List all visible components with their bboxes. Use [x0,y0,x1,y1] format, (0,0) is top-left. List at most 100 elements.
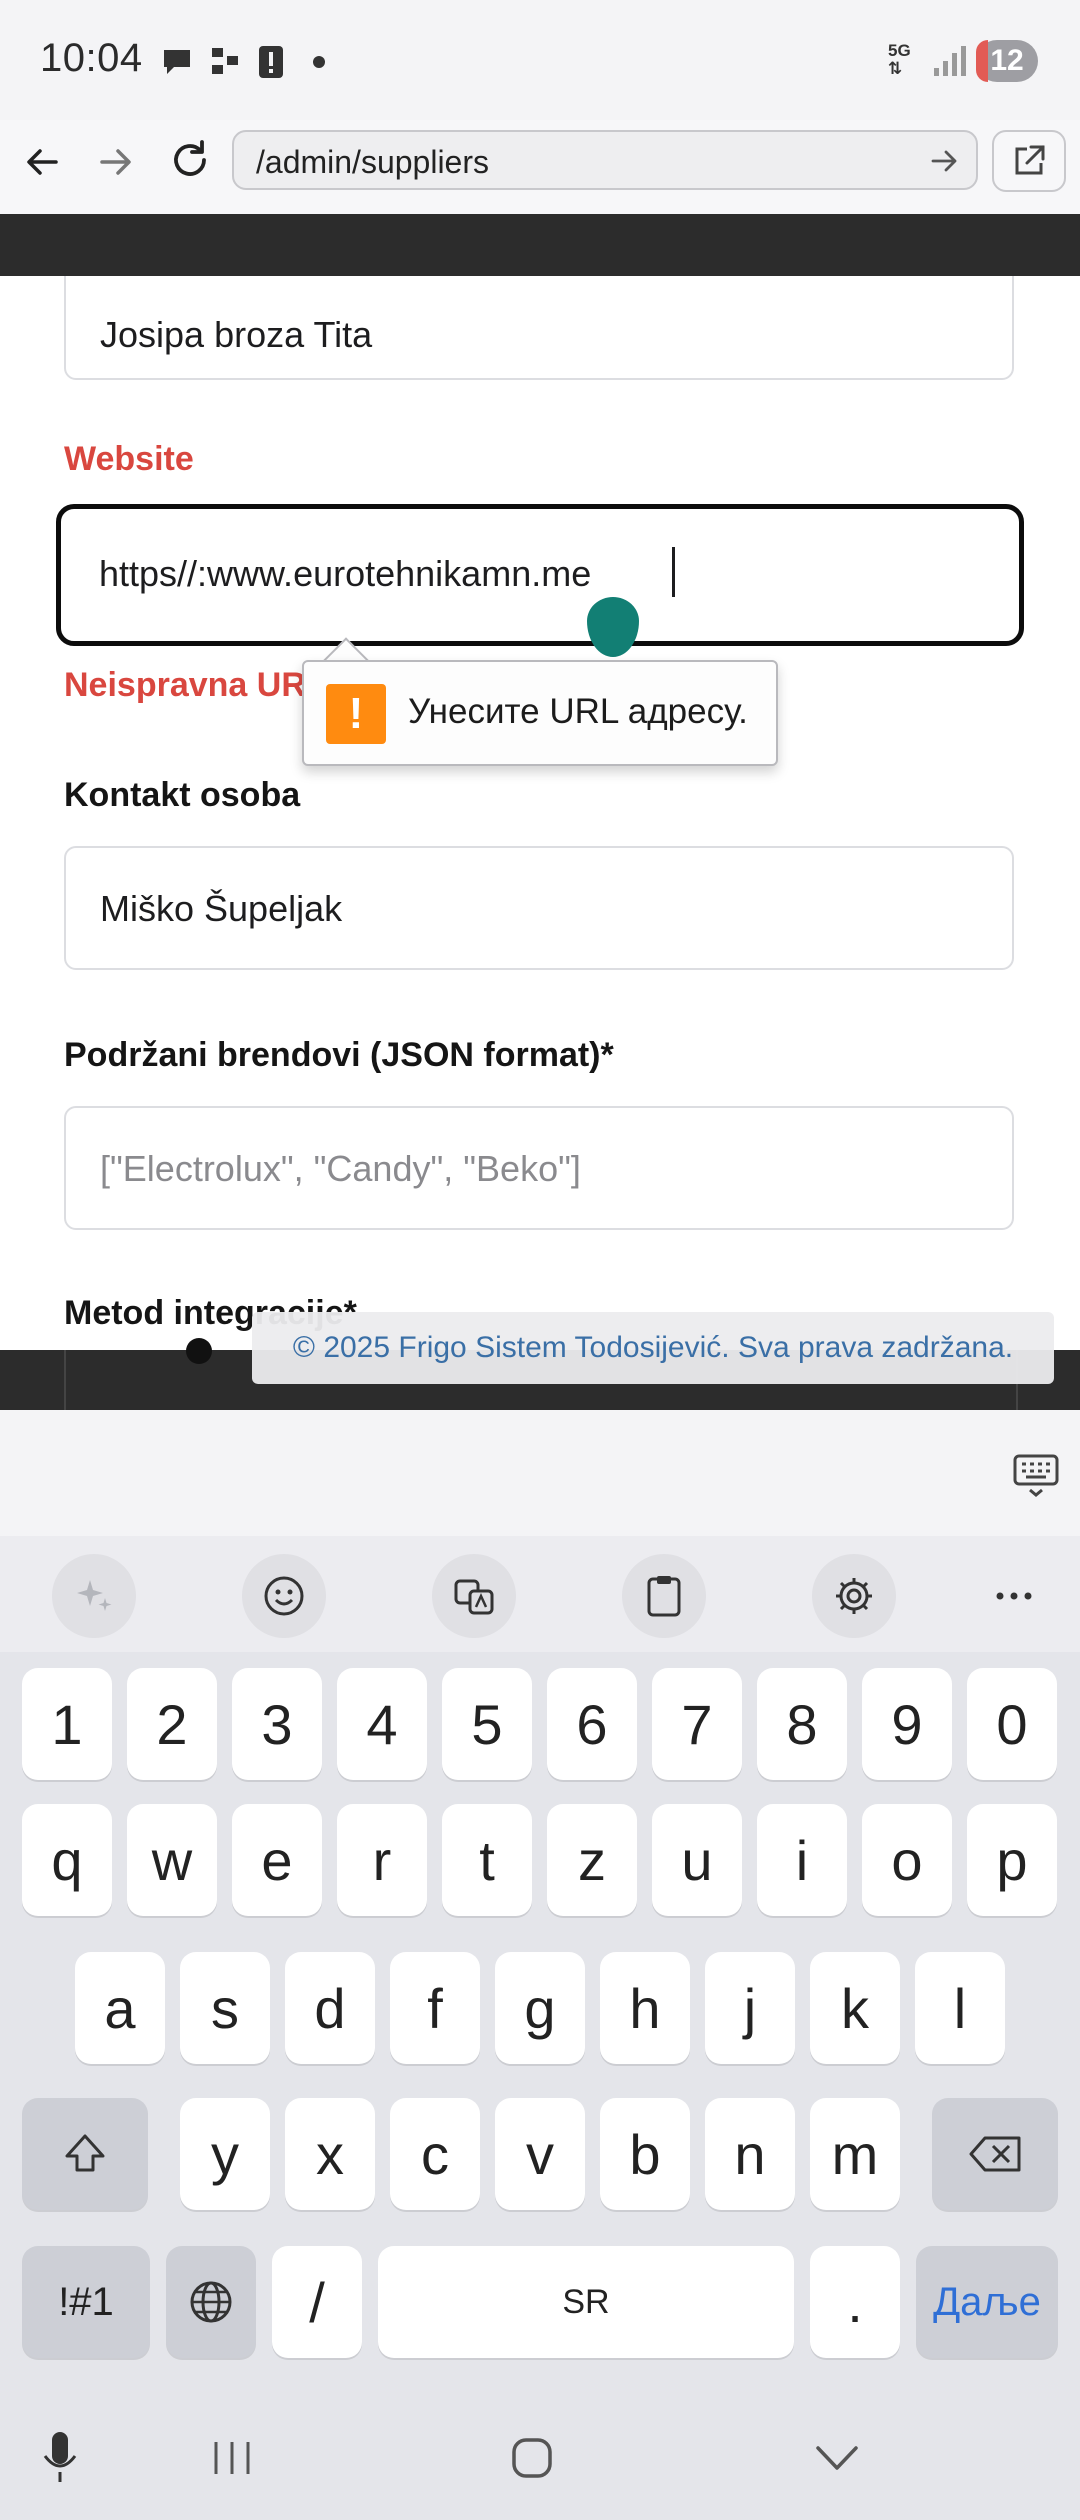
radio-dot-icon [186,1338,212,1364]
url-bar[interactable]: /admin/suppliers [232,130,978,190]
brands-placeholder: ["Electrolux", "Candy", "Beko"] [100,1148,581,1189]
key-3[interactable]: 3 [232,1668,322,1780]
keyboard-hide-icon[interactable] [1012,1450,1060,1498]
brands-input[interactable]: ["Electrolux", "Candy", "Beko"] [64,1106,1014,1230]
key-n[interactable]: n [705,2098,795,2210]
key-r[interactable]: r [337,1804,427,1916]
key-p[interactable]: p [967,1804,1057,1916]
brands-label: Podržani brendovi (JSON format)* [64,1036,614,1074]
url-text: /admin/suppliers [256,144,489,180]
enter-key[interactable]: Даље [916,2246,1058,2358]
tooltip-text: Унесите URL адресу. [408,692,748,731]
key-b[interactable]: b [600,2098,690,2210]
key-0[interactable]: 0 [967,1668,1057,1780]
text-selection-handle[interactable] [587,597,639,657]
key-z[interactable]: z [547,1804,637,1916]
more-icon[interactable] [972,1554,1056,1638]
battery-level: 12 [990,44,1024,77]
reload-icon [174,140,206,176]
key-i[interactable]: i [757,1804,847,1916]
space-key[interactable]: SR [378,2246,794,2358]
go-icon[interactable] [928,144,962,178]
key-9[interactable]: 9 [862,1668,952,1780]
key-v[interactable]: v [495,2098,585,2210]
network-icon [210,46,240,76]
key-w[interactable]: w [127,1804,217,1916]
footer-copyright: © 2025 Frigo Sistem Todosijević. Sva pra… [252,1312,1054,1384]
website-label: Website [64,440,194,478]
contact-value: Miško Šupeljak [100,888,343,929]
clipboard-icon[interactable] [622,1554,706,1638]
backspace-key[interactable] [932,2098,1058,2210]
5g-icon: 5G ⇅ [888,41,911,78]
reload-button[interactable] [160,130,220,190]
key-u[interactable]: u [652,1804,742,1916]
key-x[interactable]: x [285,2098,375,2210]
key-s[interactable]: s [180,1952,270,2064]
shift-key[interactable] [22,2098,148,2210]
key-o[interactable]: o [862,1804,952,1916]
back-button[interactable] [12,132,72,192]
warning-icon: ! [326,684,386,744]
globe-icon [190,2281,232,2323]
key-g[interactable]: g [495,1952,585,2064]
text-caret [672,547,675,597]
ai-sparkle-icon[interactable] [52,1554,136,1638]
supplier-form: Josipa broza Tita Website https//:www.eu… [0,276,1080,1350]
key-k[interactable]: k [810,1952,900,2064]
period-key[interactable]: . [810,2246,900,2358]
external-link-icon [1015,145,1045,175]
contact-input[interactable]: Miško Šupeljak [64,846,1014,970]
key-t[interactable]: t [442,1804,532,1916]
key-m[interactable]: m [810,2098,900,2210]
key-8[interactable]: 8 [757,1668,847,1780]
key-y[interactable]: y [180,2098,270,2210]
symbols-key[interactable]: !#1 [22,2246,150,2358]
dot-icon [313,56,325,68]
key-4[interactable]: 4 [337,1668,427,1780]
key-l[interactable]: l [915,1952,1005,2064]
key-d[interactable]: d [285,1952,375,2064]
back-icon [27,149,58,175]
key-h[interactable]: h [600,1952,690,2064]
key-5[interactable]: 5 [442,1668,532,1780]
key-q[interactable]: q [22,1804,112,1916]
forward-button[interactable] [86,132,146,192]
key-6[interactable]: 6 [547,1668,637,1780]
key-f[interactable]: f [390,1952,480,2064]
emoji-icon[interactable] [242,1554,326,1638]
language-key[interactable] [166,2246,256,2358]
battery-badge: 12 [976,40,1038,82]
key-1[interactable]: 1 [22,1668,112,1780]
keyboard-top-strip [0,1410,1080,1536]
chat-icon [160,44,194,78]
home-icon[interactable] [510,2436,554,2480]
backspace-icon [969,2136,1021,2172]
open-external-button[interactable] [992,130,1066,192]
website-error: Neispravna UR [64,666,306,704]
key-e[interactable]: e [232,1804,322,1916]
key-7[interactable]: 7 [652,1668,742,1780]
key-j[interactable]: j [705,1952,795,2064]
key-a[interactable]: a [75,1952,165,2064]
translate-icon[interactable] [432,1554,516,1638]
address-value: Josipa broza Tita [100,314,373,355]
microphone-icon[interactable] [40,2428,80,2488]
recent-apps-icon[interactable] [210,2438,254,2478]
website-input[interactable]: https//:www.eurotehnikamn.me [56,504,1024,646]
network-type-label: 5G [888,41,911,60]
forward-icon [100,149,131,175]
address-input[interactable]: Josipa broza Tita [64,276,1014,380]
shift-icon [65,2134,105,2172]
hide-keyboard-icon[interactable] [814,2442,860,2474]
contact-label: Kontakt osoba [64,776,301,814]
key-c[interactable]: c [390,2098,480,2210]
settings-icon[interactable] [812,1554,896,1638]
site-header [0,214,1080,276]
alert-icon [254,42,288,80]
key-2[interactable]: 2 [127,1668,217,1780]
keyboard-toolbar [0,1536,1080,1652]
slash-key[interactable]: / [272,2246,362,2358]
signal-icon [932,44,968,78]
validation-tooltip: ! Унесите URL адресу. [302,660,778,766]
